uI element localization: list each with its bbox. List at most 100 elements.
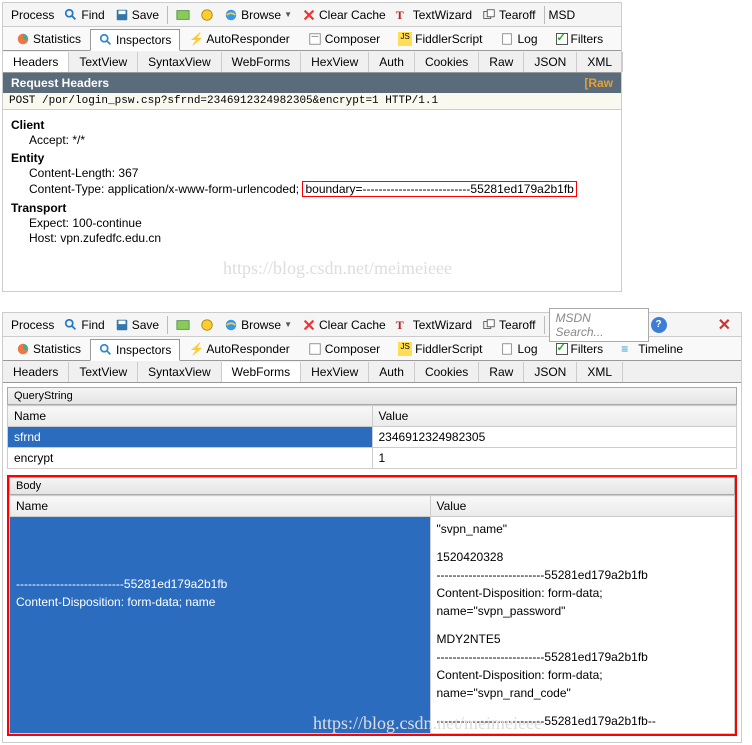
body-name-cell: ---------------------------55281ed179a2b… bbox=[10, 517, 431, 734]
subtab-xml[interactable]: XML bbox=[577, 52, 623, 72]
process-button[interactable]: Process bbox=[7, 6, 58, 24]
text-wizard-label: TextWizard bbox=[413, 8, 472, 22]
inspect-icon bbox=[99, 33, 113, 47]
text-wizard-button[interactable]: TTextWizard bbox=[392, 316, 476, 334]
browse-button[interactable]: Browse ▼ bbox=[220, 6, 296, 24]
subtab-json[interactable]: JSON bbox=[524, 52, 577, 72]
ie-icon bbox=[224, 318, 238, 332]
raw-link[interactable]: [Raw bbox=[584, 76, 613, 90]
subtab-raw[interactable]: Raw bbox=[479, 362, 524, 382]
subtab-cookies[interactable]: Cookies bbox=[415, 362, 479, 382]
col-name[interactable]: Name bbox=[10, 496, 431, 517]
tab-composer[interactable]: Composer bbox=[299, 338, 389, 360]
tab-log[interactable]: Log bbox=[491, 28, 546, 50]
body-title: Body bbox=[9, 477, 735, 495]
watermark: https://blog.csdn.net/meimeieee bbox=[223, 258, 452, 279]
tab-statistics[interactable]: Statistics bbox=[7, 338, 90, 360]
close-button[interactable]: ✕ bbox=[712, 315, 737, 335]
text-wizard-button[interactable]: T TextWizard bbox=[392, 6, 476, 24]
inspect-icon bbox=[99, 343, 113, 357]
clear-cache-button[interactable]: Clear Cache bbox=[298, 6, 390, 24]
value-line8: ---------------------------55281ed179a2b… bbox=[437, 712, 729, 730]
tearoff-label: Tearoff bbox=[499, 8, 535, 22]
tab-log[interactable]: Log bbox=[491, 338, 546, 360]
boundary-highlight: boundary=---------------------------5528… bbox=[302, 181, 576, 197]
help-icon[interactable]: ? bbox=[651, 317, 667, 333]
tearoff-button[interactable]: Tearoff bbox=[478, 6, 539, 24]
tab-fiddlerscript[interactable]: JSFiddlerScript bbox=[389, 28, 491, 50]
subtab-textview[interactable]: TextView bbox=[69, 362, 138, 382]
subtab-cookies[interactable]: Cookies bbox=[415, 52, 479, 72]
subtab-auth[interactable]: Auth bbox=[369, 362, 415, 382]
querystring-table: Name Value sfrnd 2346912324982305 encryp… bbox=[7, 405, 737, 469]
find-label: Find bbox=[81, 8, 104, 22]
subtab-headers[interactable]: Headers bbox=[3, 362, 69, 382]
log-icon bbox=[500, 32, 514, 46]
subtab-hexview[interactable]: HexView bbox=[301, 362, 369, 382]
msdn-search-input[interactable]: MSDN Search... bbox=[549, 308, 649, 342]
col-name[interactable]: Name bbox=[8, 406, 373, 427]
subtab-syntaxview[interactable]: SyntaxView bbox=[138, 52, 221, 72]
image-icon bbox=[176, 318, 190, 332]
value-line6: ---------------------------55281ed179a2b… bbox=[437, 648, 729, 666]
table-row[interactable]: ---------------------------55281ed179a2b… bbox=[10, 517, 735, 734]
querystring-section: QueryString Name Value sfrnd 23469123249… bbox=[7, 387, 737, 469]
tearoff-button[interactable]: Tearoff bbox=[478, 316, 539, 334]
name-line2: Content-Disposition: form-data; name bbox=[16, 593, 424, 611]
subtab-textview[interactable]: TextView bbox=[69, 52, 138, 72]
tab-timeline[interactable]: ≡Timeline bbox=[612, 338, 692, 360]
find-button[interactable]: Find bbox=[60, 6, 108, 24]
value-line2: 1520420328 bbox=[437, 548, 729, 566]
save-label: Save bbox=[132, 8, 159, 22]
img2-button[interactable] bbox=[196, 316, 218, 334]
subtab-webforms[interactable]: WebForms bbox=[222, 52, 301, 72]
tab-fiddlerscript[interactable]: JSFiddlerScript bbox=[389, 338, 491, 360]
save-button[interactable]: Save bbox=[111, 6, 163, 24]
find-button[interactable]: Find bbox=[60, 316, 108, 334]
clear-cache-button[interactable]: Clear Cache bbox=[298, 316, 390, 334]
subtab-raw[interactable]: Raw bbox=[479, 52, 524, 72]
process-button[interactable]: Process bbox=[7, 316, 58, 334]
subtab-headers[interactable]: Headers bbox=[3, 52, 69, 72]
headers-content: Client Accept: */* Entity Content-Length… bbox=[3, 110, 621, 250]
img2-button[interactable] bbox=[196, 6, 218, 24]
subtab-xml[interactable]: XML bbox=[577, 362, 623, 382]
img1-button[interactable] bbox=[172, 6, 194, 24]
cell-name: encrypt bbox=[8, 448, 373, 469]
subtab-hexview[interactable]: HexView bbox=[301, 52, 369, 72]
clear-cache-label: Clear Cache bbox=[319, 8, 386, 22]
tab-filters[interactable]: Filters bbox=[547, 338, 613, 360]
tab-autoresponder[interactable]: ⚡AutoResponder bbox=[180, 338, 298, 360]
bolt-icon: ⚡ bbox=[189, 342, 203, 356]
filters-check-icon bbox=[556, 33, 568, 45]
save-icon bbox=[115, 318, 129, 332]
subtab-syntaxview[interactable]: SyntaxView bbox=[138, 362, 221, 382]
content-length-header: Content-Length: 367 bbox=[11, 166, 613, 180]
top-inspector-tabs: Statistics Inspectors ⚡AutoResponder Com… bbox=[3, 27, 621, 51]
tab-autoresponder[interactable]: ⚡AutoResponder bbox=[180, 28, 298, 50]
browse-button[interactable]: Browse▼ bbox=[220, 316, 296, 334]
tearoff-icon bbox=[482, 8, 496, 22]
content-type-header: Content-Type: application/x-www-form-url… bbox=[11, 181, 613, 197]
body-table: Name Value ---------------------------55… bbox=[9, 495, 735, 734]
cell-value: 1 bbox=[372, 448, 737, 469]
clear-icon bbox=[302, 318, 316, 332]
img1-button[interactable] bbox=[172, 316, 194, 334]
subtab-webforms[interactable]: WebForms bbox=[222, 362, 301, 382]
bottom-request-subtabs: Headers TextView SyntaxView WebForms Hex… bbox=[3, 361, 741, 383]
tab-inspectors[interactable]: Inspectors bbox=[90, 339, 180, 361]
col-value[interactable]: Value bbox=[372, 406, 737, 427]
tab-statistics[interactable]: Statistics bbox=[7, 28, 90, 50]
log-icon bbox=[500, 342, 514, 356]
msdn-truncated: MSD bbox=[549, 8, 576, 22]
table-row[interactable]: sfrnd 2346912324982305 bbox=[8, 427, 737, 448]
subtab-json[interactable]: JSON bbox=[524, 362, 577, 382]
tab-inspectors[interactable]: Inspectors bbox=[90, 29, 180, 51]
subtab-auth[interactable]: Auth bbox=[369, 52, 415, 72]
tab-composer[interactable]: Composer bbox=[299, 28, 389, 50]
save-button[interactable]: Save bbox=[111, 316, 163, 334]
table-row[interactable]: encrypt 1 bbox=[8, 448, 737, 469]
tab-filters[interactable]: Filters bbox=[547, 28, 613, 50]
filters-check-icon bbox=[556, 343, 568, 355]
col-value[interactable]: Value bbox=[430, 496, 735, 517]
